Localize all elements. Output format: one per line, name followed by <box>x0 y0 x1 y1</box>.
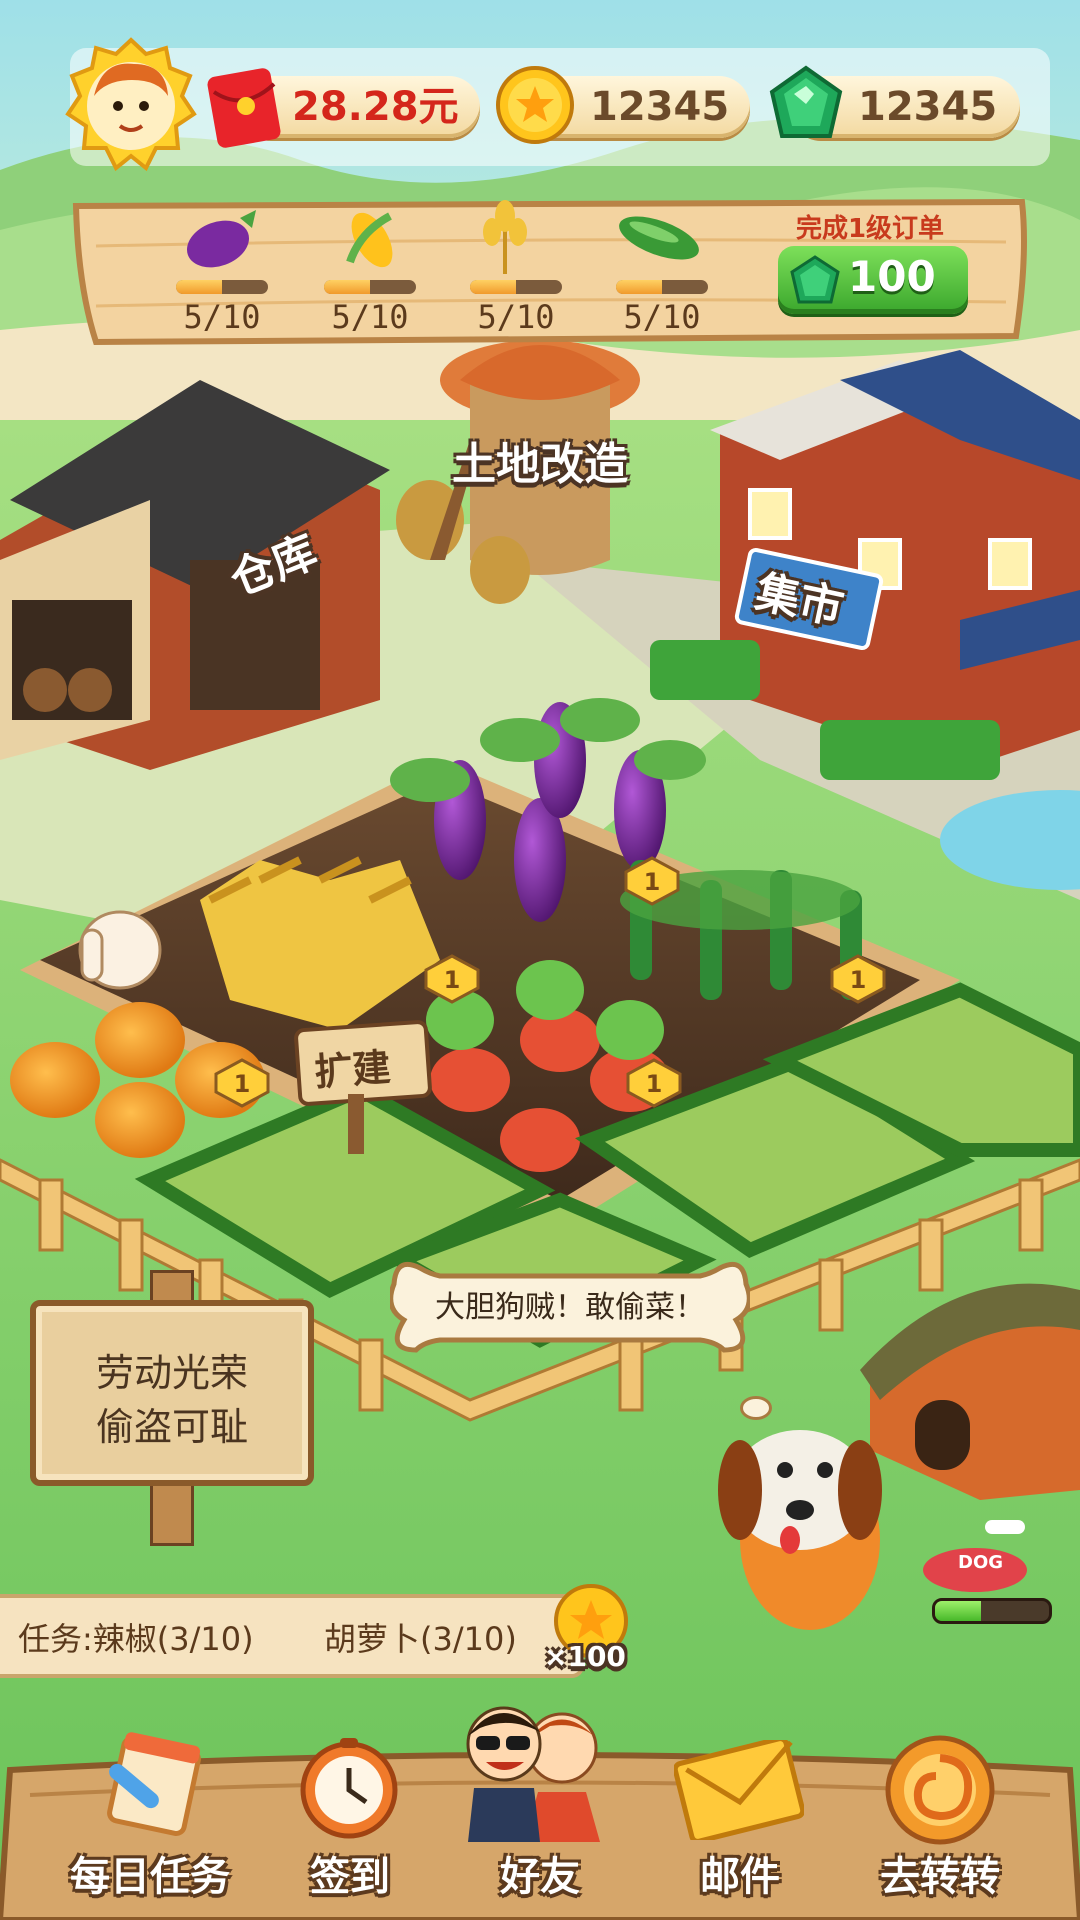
dog-speech-text: 大胆狗贼！敢偷菜！ <box>435 1290 705 1325</box>
crop-progress-4 <box>616 280 708 294</box>
nav-checkin-label: 签到 <box>310 1854 390 1900</box>
alarm-clock-icon <box>300 1738 398 1839</box>
plot-level-value: 1 <box>234 1070 251 1098</box>
nav-checkin[interactable]: 签到 <box>270 1728 430 1908</box>
pointing-hand-icon <box>78 910 162 990</box>
crop-count-2: 5/10 <box>331 298 409 336</box>
notice-line-2: 偷盗可耻 <box>95 1405 248 1449</box>
market-label: 集市 <box>751 566 848 635</box>
emerald-gem-icon <box>788 254 842 308</box>
order-title: 完成1级订单 <box>795 214 945 244</box>
wheat-icon <box>470 198 540 276</box>
order-reward-button[interactable]: 100 <box>778 246 968 314</box>
crop-progress-2 <box>324 280 416 294</box>
corn-icon <box>330 202 414 274</box>
gold-coin-icon <box>494 64 576 146</box>
crop-progress-1-fill <box>176 280 222 294</box>
crop-progress-3 <box>470 280 562 294</box>
envelope-icon <box>674 1740 804 1840</box>
red-envelope-icon <box>204 64 284 148</box>
plot-level-value: 1 <box>850 966 867 994</box>
crop-count-4: 5/10 <box>623 298 701 336</box>
coins-amount: 12345 <box>590 84 730 130</box>
crop-progress-1 <box>176 280 268 294</box>
plot-level-badge[interactable]: 1 <box>214 1058 270 1112</box>
emerald-gem-icon <box>764 64 848 148</box>
notice-line-1: 劳动光荣 <box>95 1351 248 1395</box>
crop-progress-2-fill <box>324 280 370 294</box>
nav-daily-tasks[interactable]: 每日任务 <box>60 1728 240 1908</box>
crop-progress-3-fill <box>470 280 516 294</box>
nav-spin[interactable]: 去转转 <box>850 1728 1030 1908</box>
gems-amount: 12345 <box>858 84 998 130</box>
money-amount: 28.28元 <box>292 84 459 130</box>
expand-sign-label: 扩建 <box>312 1044 392 1095</box>
nav-mail-label: 邮件 <box>700 1854 780 1900</box>
nav-mail[interactable]: 邮件 <box>660 1728 820 1908</box>
avatar[interactable] <box>62 36 200 174</box>
land-improvement-label[interactable]: 土地改造 <box>452 428 628 492</box>
task-text-2: 胡萝卜(3/10) <box>324 1620 517 1658</box>
dog-speech-bubble: 大胆狗贼！敢偷菜！ <box>390 1260 750 1356</box>
nav-spin-label: 去转转 <box>880 1854 1000 1900</box>
expand-sign-post <box>348 1094 364 1154</box>
speech-dot <box>740 1396 772 1420</box>
notepad-icon <box>107 1732 201 1836</box>
task-text-1: 任务:辣椒(3/10) <box>18 1620 254 1658</box>
plot-level-badge[interactable]: 1 <box>624 856 680 910</box>
crop-progress-4-fill <box>616 280 662 294</box>
friends-characters-icon <box>466 1706 600 1842</box>
task-reward: ×100 <box>544 1640 626 1673</box>
nav-friends-label: 好友 <box>500 1854 580 1900</box>
dog-bowl-label: DOG <box>958 1552 1004 1573</box>
plot-level-value: 1 <box>646 1070 663 1098</box>
plot-level-badge[interactable]: 1 <box>424 954 480 1008</box>
nav-daily-label: 每日任务 <box>70 1854 230 1900</box>
plot-level-value: 1 <box>444 966 461 994</box>
dog-food-bar <box>932 1598 1052 1624</box>
spin-wheel-icon <box>885 1735 995 1845</box>
task-bar[interactable]: 任务:辣椒(3/10) 胡萝卜(3/10) <box>0 1594 584 1678</box>
crop-count-1: 5/10 <box>183 298 261 336</box>
dog-food-bar-fill <box>935 1601 981 1621</box>
plot-level-badge[interactable]: 1 <box>626 1058 682 1112</box>
eggplant-icon <box>180 204 264 274</box>
crop-count-3: 5/10 <box>477 298 555 336</box>
cucumber-icon <box>614 204 704 270</box>
plot-level-value: 1 <box>644 868 661 896</box>
nav-friends[interactable]: 好友 <box>440 1692 640 1908</box>
plot-level-badge[interactable]: 1 <box>830 954 886 1008</box>
notice-sign: 劳动光荣 偷盗可耻 <box>30 1300 314 1486</box>
order-reward-amount: 100 <box>848 252 936 301</box>
